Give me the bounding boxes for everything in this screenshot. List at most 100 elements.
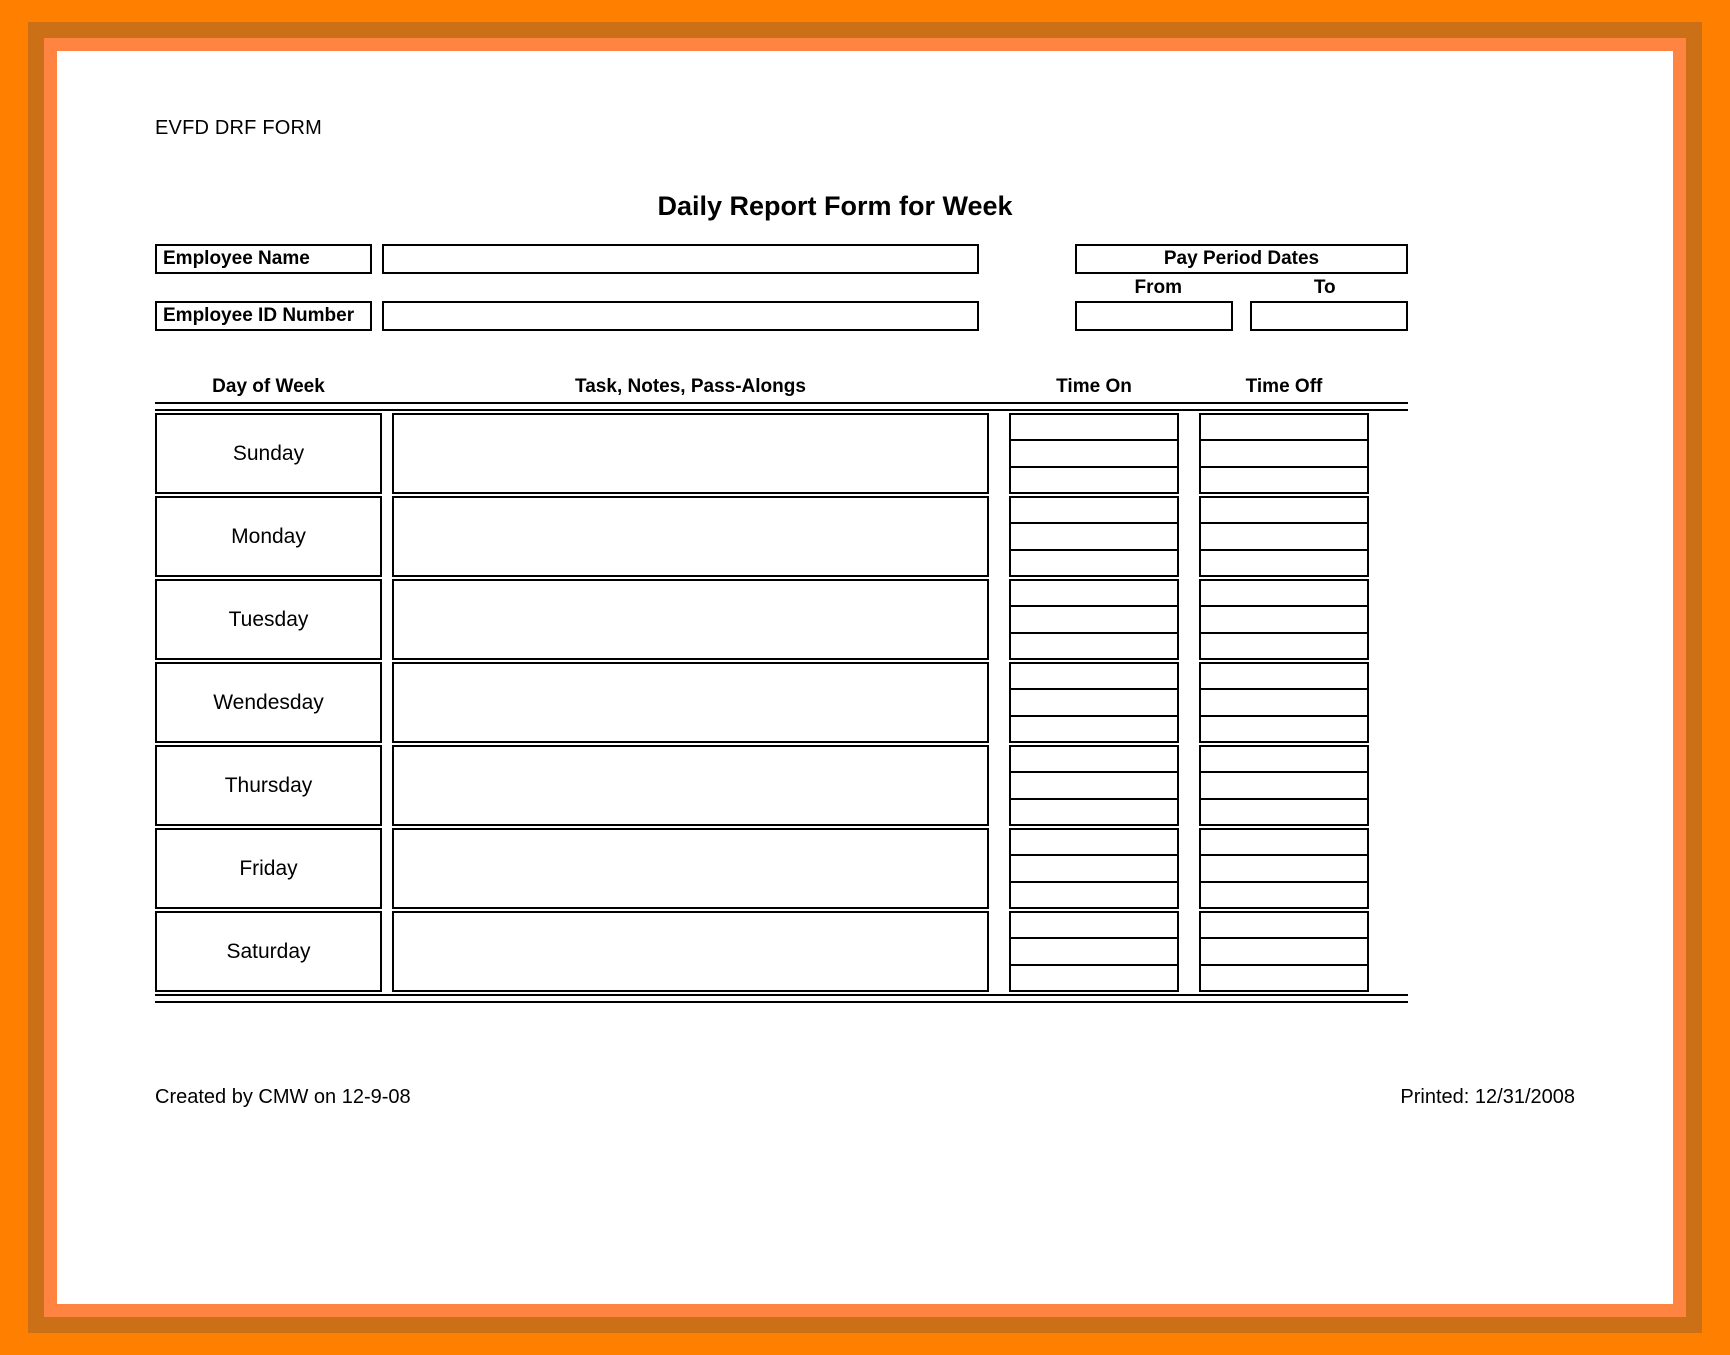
time-on-entry[interactable] (1011, 883, 1177, 907)
column-header-time-off: Time Off (1245, 376, 1323, 397)
task-notes-cell[interactable] (392, 745, 989, 826)
pay-period-fields (1075, 301, 1408, 331)
time-off-entry[interactable] (1201, 524, 1367, 551)
time-off-cell (1199, 911, 1369, 992)
time-off-entry[interactable] (1201, 800, 1367, 824)
task-notes-cell[interactable] (392, 828, 989, 909)
time-off-cell (1199, 579, 1369, 660)
time-off-entry[interactable] (1201, 966, 1367, 990)
time-on-entry[interactable] (1011, 607, 1177, 634)
time-on-entry[interactable] (1011, 939, 1177, 966)
time-on-entry[interactable] (1011, 913, 1177, 940)
task-notes-cell[interactable] (392, 911, 989, 992)
day-label-cell: Tuesday (155, 579, 382, 660)
footer-printed-text: Printed: 12/31/2008 (1400, 1086, 1575, 1108)
time-off-entry[interactable] (1201, 551, 1367, 575)
time-on-cell (1009, 496, 1179, 577)
task-notes-cell[interactable] (392, 413, 989, 494)
day-label-cell: Wendesday (155, 662, 382, 743)
table-column-headers: Day of Week Task, Notes, Pass-Alongs Tim… (155, 368, 1408, 398)
pay-period-dates-header: Pay Period Dates (1075, 244, 1408, 274)
column-header-time-on: Time On (1056, 376, 1132, 397)
time-off-entry[interactable] (1201, 830, 1367, 857)
form-code-label: EVFD DRF FORM (155, 117, 323, 139)
task-notes-cell[interactable] (392, 579, 989, 660)
time-on-entry[interactable] (1011, 524, 1177, 551)
time-on-entry[interactable] (1011, 634, 1177, 658)
time-on-entry[interactable] (1011, 966, 1177, 990)
time-off-entry[interactable] (1201, 634, 1367, 658)
time-off-entry[interactable] (1201, 498, 1367, 525)
time-off-entry[interactable] (1201, 581, 1367, 608)
time-off-entry[interactable] (1201, 468, 1367, 492)
employee-name-field[interactable] (382, 244, 979, 274)
day-label-cell: Monday (155, 496, 382, 577)
time-off-entry[interactable] (1201, 939, 1367, 966)
time-off-cell (1199, 745, 1369, 826)
table-row: Monday (155, 496, 1408, 577)
day-label-cell: Sunday (155, 413, 382, 494)
time-off-entry[interactable] (1201, 690, 1367, 717)
time-off-entry[interactable] (1201, 717, 1367, 741)
table-bottom-rule (155, 994, 1408, 1003)
paper-sheet: EVFD DRF FORM Daily Report Form for Week… (57, 51, 1673, 1304)
time-on-entry[interactable] (1011, 441, 1177, 468)
time-on-cell (1009, 413, 1179, 494)
time-on-cell (1009, 911, 1179, 992)
day-label-cell: Friday (155, 828, 382, 909)
employee-id-label: Employee ID Number (155, 301, 372, 331)
time-on-entry[interactable] (1011, 773, 1177, 800)
time-off-cell (1199, 828, 1369, 909)
table-header-rule (155, 402, 1408, 411)
task-notes-cell[interactable] (392, 662, 989, 743)
time-on-entry[interactable] (1011, 415, 1177, 442)
day-label-cell: Saturday (155, 911, 382, 992)
screenshot-page: EVFD DRF FORM Daily Report Form for Week… (0, 0, 1730, 1355)
pay-period-to-field[interactable] (1250, 301, 1408, 331)
time-on-entry[interactable] (1011, 717, 1177, 741)
time-on-entry[interactable] (1011, 690, 1177, 717)
employee-id-field[interactable] (382, 301, 979, 331)
pay-period-from-label: From (1134, 277, 1183, 298)
time-on-entry[interactable] (1011, 830, 1177, 857)
time-on-entry[interactable] (1011, 800, 1177, 824)
employee-name-label: Employee Name (155, 244, 372, 274)
decorative-frame-inner: EVFD DRF FORM Daily Report Form for Week… (44, 38, 1686, 1317)
time-on-entry[interactable] (1011, 664, 1177, 691)
time-off-entry[interactable] (1201, 441, 1367, 468)
time-off-entry[interactable] (1201, 747, 1367, 774)
time-off-cell (1199, 413, 1369, 494)
time-on-entry[interactable] (1011, 498, 1177, 525)
time-on-cell (1009, 579, 1179, 660)
time-off-entry[interactable] (1201, 773, 1367, 800)
report-table: Day of Week Task, Notes, Pass-Alongs Tim… (155, 368, 1408, 1003)
page-title: Daily Report Form for Week (657, 191, 1013, 221)
time-off-entry[interactable] (1201, 415, 1367, 442)
page-footer: Created by CMW on 12-9-08 Printed: 12/31… (155, 1086, 1575, 1109)
identity-block: Employee Name Employee ID Number Pay Per… (155, 244, 1408, 331)
time-on-entry[interactable] (1011, 468, 1177, 492)
table-row: Tuesday (155, 579, 1408, 660)
time-off-entry[interactable] (1201, 664, 1367, 691)
decorative-frame-mid: EVFD DRF FORM Daily Report Form for Week… (28, 22, 1702, 1333)
time-off-cell (1199, 662, 1369, 743)
pay-period-to-label: To (1313, 277, 1336, 298)
time-on-cell (1009, 828, 1179, 909)
time-on-cell (1009, 745, 1179, 826)
time-off-cell (1199, 496, 1369, 577)
time-on-entry[interactable] (1011, 747, 1177, 774)
table-body: Sunday Monday Tuesday Wendesday Thursday Frid… (155, 413, 1408, 992)
time-off-entry[interactable] (1201, 883, 1367, 907)
daily-report-form: EVFD DRF FORM Daily Report Form for Week… (57, 51, 1673, 1304)
time-on-entry[interactable] (1011, 551, 1177, 575)
column-header-task: Task, Notes, Pass-Alongs (575, 376, 806, 397)
time-off-entry[interactable] (1201, 607, 1367, 634)
time-on-entry[interactable] (1011, 581, 1177, 608)
footer-created-text: Created by CMW on 12-9-08 (155, 1086, 411, 1108)
task-notes-cell[interactable] (392, 496, 989, 577)
time-on-entry[interactable] (1011, 856, 1177, 883)
time-off-entry[interactable] (1201, 913, 1367, 940)
table-row: Wendesday (155, 662, 1408, 743)
time-off-entry[interactable] (1201, 856, 1367, 883)
pay-period-from-field[interactable] (1075, 301, 1233, 331)
